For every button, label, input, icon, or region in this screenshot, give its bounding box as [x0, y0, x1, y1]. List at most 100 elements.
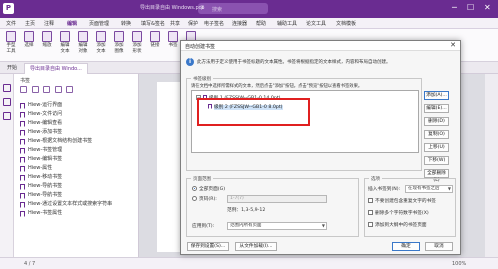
list-item[interactable]: Hiew-书签管理 [20, 146, 135, 155]
edit-object-button[interactable]: 编辑 对象 [74, 31, 92, 55]
tab-document[interactable]: 导出目录自由 Windo... [24, 63, 88, 74]
menu-bar: 文件 主页 注释 编辑 页面管理 转换 填写&签名 共享 保护 电子签名 连接器… [0, 18, 498, 30]
list-item[interactable]: Hiew-书签属性 [20, 209, 135, 218]
app-logo: P [3, 3, 14, 14]
bookmark-flag-icon [20, 166, 25, 172]
radio-icon [192, 196, 197, 201]
list-item[interactable]: Hiew-移动书签 [20, 173, 135, 182]
add-shape-button[interactable]: 添加 形状 [128, 31, 146, 55]
bookmark-options-icon[interactable] [66, 86, 74, 93]
bookmark-panel: 书签 Hiew-运行界面 Hiew-文件访问 Hiew-编辑查看 Hiew-添加… [14, 74, 139, 257]
close-icon[interactable]: ✕ [484, 3, 491, 12]
thumbnail-icon[interactable] [3, 98, 11, 106]
copy-button[interactable]: 复制(O) [424, 130, 449, 139]
bookmark-list: Hiew-运行界面 Hiew-文件访问 Hiew-编辑查看 Hiew-添加书签 … [20, 101, 135, 218]
all-pages-radio[interactable]: 全部页面(G) [192, 186, 225, 193]
edit-button[interactable]: 编辑(E)... [424, 104, 449, 113]
bookmark-flag-icon [20, 130, 25, 136]
hand-icon [6, 31, 16, 42]
delete-button[interactable]: 删除(D) [424, 117, 449, 126]
add-button[interactable]: 添加(A)... [424, 91, 449, 100]
list-item[interactable]: Hiew-属性 [20, 164, 135, 173]
insert-position-select[interactable]: 在现有书签之后 ▼ [405, 185, 453, 193]
hand-tool-button[interactable]: 手型 工具 [2, 31, 20, 55]
apply-to-label: 应用到(T): [192, 224, 215, 229]
menu-edit[interactable]: 编辑 [67, 20, 78, 30]
page-range-group: 页面范围 全部页面(G) 页码(R): 1-7(7) 范例：1,3-5,9-12… [186, 176, 359, 237]
dialog-title: 自动创建书签 [185, 44, 216, 50]
load-settings-button[interactable]: 从文件加载(I)... [235, 242, 277, 251]
list-item[interactable]: Hiew-文件访问 [20, 110, 135, 119]
select-tool-button[interactable]: 选择 [20, 31, 38, 49]
menu-connector[interactable]: 连接器 [232, 20, 247, 27]
zoom-tool-button[interactable]: 缩放 [38, 31, 56, 49]
menu-page-manage[interactable]: 页面管理 [89, 20, 109, 27]
link-button[interactable]: 链接 [146, 31, 164, 49]
chevron-down-icon: ▼ [447, 186, 451, 191]
menu-thesis[interactable]: 论文工具 [306, 20, 326, 27]
menu-file[interactable]: 文件 [6, 20, 16, 27]
bookmark-level-tree[interactable]: − 级别 1 (FZSSJW--GB1-0 14.0pt) 级别 2 (FZSSJ… [191, 90, 419, 153]
collapse-icon[interactable] [54, 86, 62, 93]
new-bookmark-icon[interactable] [20, 86, 27, 93]
close-icon[interactable]: ✕ [450, 41, 456, 49]
list-item[interactable]: Hiew-导航书签 [20, 182, 135, 191]
add-image-button[interactable]: 添加 图像 [110, 31, 128, 55]
zoom-level[interactable]: 100% [452, 261, 466, 267]
ok-button[interactable]: 确定 [392, 242, 420, 251]
page-range-radio[interactable]: 页码(R): [192, 196, 217, 203]
add-text-button[interactable]: 添加 文本 [92, 31, 110, 55]
move-down-button[interactable]: 下移(W) [424, 156, 449, 165]
vertical-scrollbar[interactable] [485, 74, 498, 257]
bookmark-flag-icon [20, 139, 25, 145]
page-indicator[interactable]: 4 / 7 [24, 261, 35, 267]
bookmark-flag-icon [20, 211, 25, 217]
option-checkbox-2[interactable]: 删除多个字符数字书签(X) [368, 210, 429, 217]
delete-all-button[interactable]: 全部删除(L) [424, 169, 449, 183]
menu-protect[interactable]: 保护 [188, 20, 198, 27]
list-item[interactable]: Hiew-编辑查看 [20, 119, 135, 128]
menu-comment[interactable]: 注释 [44, 20, 54, 27]
title-bar: P ⌕ 搜索 导出目录自由 Windows.pdf ─ ☐ ✕ [0, 0, 498, 18]
dialog-title-bar: 自动创建书签 ✕ [181, 41, 460, 51]
page-range-input[interactable]: 1-7(7) [227, 195, 327, 203]
menu-convert[interactable]: 转换 [121, 20, 131, 27]
menu-accessibility[interactable]: 辅助工具 [277, 20, 297, 27]
list-item[interactable]: Hiew-添加书签 [20, 128, 135, 137]
list-item[interactable]: Hiew-通过设置文本样式或搜索字符串 [20, 200, 135, 209]
comment-panel-icon[interactable] [3, 112, 11, 120]
group-label: 书签级别 [191, 76, 213, 82]
option-checkbox-1[interactable]: 不要创建包含重复文字的书签 [368, 198, 436, 205]
search-box[interactable]: ⌕ 搜索 [198, 3, 268, 14]
highlight-box [197, 98, 310, 126]
list-item[interactable]: Hiew-运行界面 [20, 101, 135, 110]
bookmark-levels-group: 书签级别 请在文档中选择所需样式的文本，然后点击"添加"按钮。点击"预览"按钮以… [186, 76, 422, 171]
add-shape-icon [132, 31, 142, 42]
menu-esign[interactable]: 电子签名 [204, 20, 224, 27]
apply-to-select[interactable]: 范围内所有页面 ▼ [227, 222, 327, 230]
cancel-button[interactable]: 取消 [425, 242, 453, 251]
bookmark-panel-icon[interactable] [3, 84, 11, 92]
menu-templates[interactable]: 文档模板 [336, 20, 356, 27]
menu-fill-sign[interactable]: 填写&签名 [141, 20, 165, 27]
minimize-icon[interactable]: ─ [452, 3, 457, 12]
maximize-icon[interactable]: ☐ [467, 3, 474, 12]
bookmark-flag-icon [20, 103, 25, 109]
list-item[interactable]: Hiew-根据文档结构创建书签 [20, 137, 135, 146]
bookmark-flag-icon [20, 202, 25, 208]
bookmark-flag-icon [20, 175, 25, 181]
bookmark-hint: 请在文档中选择所需样式的文本，然后点击"添加"按钮。点击"预览"按钮以查看书签效… [191, 84, 363, 89]
edit-object-icon [78, 31, 88, 42]
move-up-button[interactable]: 上移(U) [424, 143, 449, 152]
edit-text-button[interactable]: 编辑 文本 [56, 31, 74, 55]
option-checkbox-3[interactable]: 添加到大纲中的书签页面 [368, 222, 427, 229]
menu-home[interactable]: 主页 [25, 20, 35, 27]
menu-help[interactable]: 帮助 [256, 20, 266, 27]
save-settings-button[interactable]: 保存到设置(S)... [187, 242, 229, 251]
delete-bookmark-icon[interactable] [31, 86, 39, 93]
list-item[interactable]: Hiew-导航书签 [20, 191, 135, 200]
list-item[interactable]: Hiew-编辑书签 [20, 155, 135, 164]
expand-icon[interactable] [43, 86, 51, 93]
tab-start[interactable]: 开始 [2, 63, 22, 74]
menu-share[interactable]: 共享 [170, 20, 180, 27]
